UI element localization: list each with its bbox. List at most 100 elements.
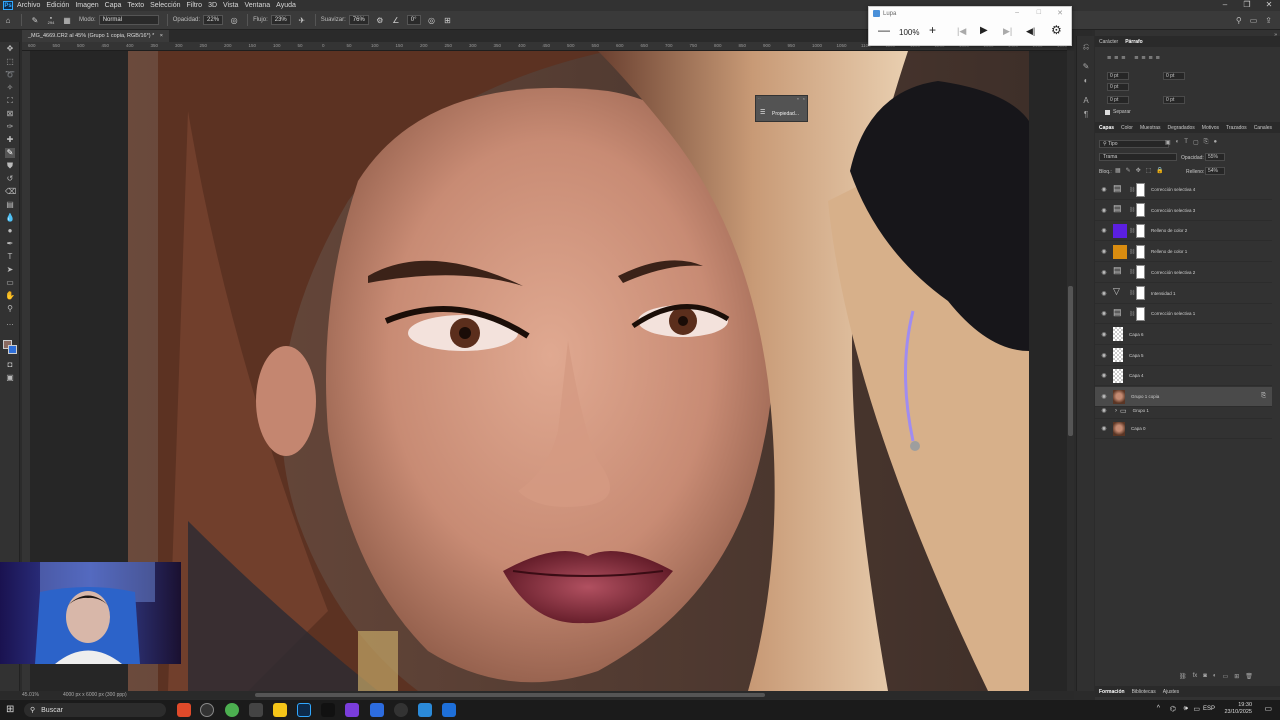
language-indicator[interactable]: ESP	[1203, 706, 1215, 712]
move-tool-icon[interactable]: ✥	[5, 44, 15, 54]
tiktok-icon[interactable]	[321, 703, 335, 717]
adjustment-filter-icon[interactable]: ◐	[1176, 139, 1180, 146]
lock-pixels-icon[interactable]: ✎	[1126, 167, 1131, 174]
chatgpt-icon[interactable]	[200, 703, 214, 717]
tab-bibliotecas[interactable]: Bibliotecas	[1132, 689, 1156, 695]
mail-icon[interactable]	[442, 703, 456, 717]
layer-row[interactable]: ◉ ▤ ⛓ Corrección selectiva 3	[1095, 201, 1272, 221]
tab-color[interactable]: Color	[1121, 125, 1133, 131]
pen-tool-icon[interactable]: ✒	[5, 239, 15, 249]
magnifier-minimize-icon[interactable]: –	[1015, 9, 1019, 16]
layer-row[interactable]: ◉ ⛓ Relleno de color 2	[1095, 221, 1272, 242]
pressure-size-icon[interactable]: ◎	[427, 15, 437, 25]
brush-settings-panel-icon[interactable]: ✎	[1081, 62, 1091, 72]
visibility-eye-icon[interactable]: ◉	[1099, 352, 1109, 359]
mask-link-icon[interactable]: ⛓	[1129, 207, 1135, 213]
brush-tool-icon[interactable]: ✎	[5, 148, 15, 158]
menu-texto[interactable]: Texto	[127, 2, 144, 9]
share-icon[interactable]: ⇪	[1265, 16, 1272, 25]
shape-tool-icon[interactable]: ▭	[5, 278, 15, 288]
opacity-field[interactable]: 22%	[203, 15, 224, 25]
group-expand-icon[interactable]: ›	[1115, 408, 1117, 414]
zoom-tool-icon[interactable]: ⚲	[5, 304, 15, 314]
chrome-icon[interactable]	[225, 703, 239, 717]
search-icon[interactable]: ⚲	[1236, 16, 1242, 25]
magnifier-settings-icon[interactable]: ⚙	[1051, 23, 1062, 37]
indent-right-field[interactable]: 0 pt	[1163, 72, 1185, 80]
obs-icon[interactable]	[394, 703, 408, 717]
marquee-tool-icon[interactable]: ⬚	[5, 57, 15, 67]
mask-link-icon[interactable]: ⛓	[1129, 269, 1135, 275]
layer-row[interactable]: ◉ Capa 6	[1095, 325, 1272, 345]
eraser-icon[interactable]: ⌫	[5, 187, 16, 197]
smoothing-settings-icon[interactable]: ⚙	[375, 15, 385, 25]
lock-transparency-icon[interactable]: ▦	[1115, 167, 1121, 174]
panel-collapse-icon[interactable]: »	[1274, 32, 1277, 38]
mask-link-icon[interactable]: ⛓	[1129, 290, 1135, 296]
lock-artboard-icon[interactable]: ⬚	[1146, 167, 1152, 174]
workspace-icon[interactable]: ▭	[1250, 16, 1258, 25]
battery-icon[interactable]: ▭	[1193, 705, 1200, 713]
tab-caracter[interactable]: Carácter	[1099, 39, 1118, 45]
layer-mask-thumbnail[interactable]	[1136, 244, 1145, 259]
next-icon[interactable]: ▶|	[1003, 26, 1012, 37]
menu-capa[interactable]: Capa	[105, 2, 122, 9]
justify-left-icon[interactable]: ≡	[1134, 55, 1138, 62]
layer-mask-thumbnail[interactable]	[1136, 306, 1145, 321]
clone-stamp-icon[interactable]: ⛊	[5, 161, 15, 171]
pixel-filter-icon[interactable]: ▣	[1165, 139, 1171, 146]
brush-preset-icon[interactable]: ● 294	[46, 15, 56, 25]
home-icon[interactable]: ⌂	[3, 15, 13, 25]
new-layer-icon[interactable]: ⊞	[1234, 673, 1239, 680]
screen-mode-icon[interactable]: ▣	[5, 373, 15, 383]
layer-mask-thumbnail[interactable]	[1136, 265, 1145, 280]
zoom-in-icon[interactable]: +	[929, 23, 936, 37]
hyphenate-checkbox[interactable]: Separar	[1105, 109, 1131, 115]
menu-archivo[interactable]: Archivo	[17, 2, 40, 9]
layer-mask-thumbnail[interactable]	[1136, 286, 1145, 300]
align-left-icon[interactable]: ≡	[1107, 55, 1111, 62]
mask-link-icon[interactable]: ⛓	[1129, 228, 1135, 234]
gradient-icon[interactable]: ▤	[5, 200, 15, 210]
tab-degradados[interactable]: Degradados	[1168, 125, 1195, 131]
quick-select-icon[interactable]: ✧	[5, 83, 15, 93]
eyedropper-icon[interactable]: ✑	[5, 122, 15, 132]
new-adjustment-icon[interactable]: ◐	[1213, 673, 1217, 680]
tab-parrafo[interactable]: Párrafo	[1125, 39, 1143, 45]
document-size[interactable]: 4000 px x 6000 px (300 ppp)	[63, 692, 127, 698]
close-panel-icon[interactable]: ×	[803, 96, 805, 101]
space-before-field[interactable]: 0 pt	[1107, 96, 1129, 104]
visibility-eye-icon[interactable]: ◉	[1099, 248, 1109, 255]
visibility-eye-icon[interactable]: ◉	[1099, 269, 1109, 276]
adjustments-panel-icon[interactable]: ◐	[1081, 76, 1091, 86]
justify-right-icon[interactable]: ≡	[1148, 55, 1152, 62]
visibility-eye-icon[interactable]: ◉	[1099, 393, 1109, 400]
brush-tool-icon[interactable]: ✎	[30, 15, 40, 25]
vertical-scrollbar[interactable]	[1067, 51, 1074, 691]
magnifier-window[interactable]: Lupa – □ ✕ — 100% + |◀ ▶ ▶| ◀| ⚙	[868, 6, 1072, 46]
zoom-out-icon[interactable]: —	[878, 23, 890, 37]
unreal-icon[interactable]	[249, 703, 263, 717]
layer-row[interactable]: ◉ › ▭ Grupo 1	[1095, 403, 1272, 419]
justify-all-icon[interactable]: ≡	[1156, 55, 1160, 62]
magnifier-close-icon[interactable]: ✕	[1057, 9, 1063, 17]
healing-brush-icon[interactable]: ✚	[5, 135, 15, 145]
more-tools-icon[interactable]: …	[5, 318, 15, 328]
airbrush-icon[interactable]: ✈	[297, 15, 307, 25]
paragraph-panel-icon[interactable]: ¶	[1081, 110, 1091, 120]
layer-row[interactable]: ◉ ▤ ⛓ Corrección selectiva 1	[1095, 304, 1272, 325]
copilot-icon[interactable]	[177, 703, 191, 717]
tray-chevron-icon[interactable]: ^	[1157, 705, 1160, 712]
panel-grip-icon[interactable]: ··	[758, 96, 761, 101]
layer-row[interactable]: ◉ ▽ ⛓ Intensidad 1	[1095, 284, 1272, 304]
menu-vista[interactable]: Vista	[223, 2, 238, 9]
checkbox-icon[interactable]	[1105, 109, 1110, 115]
maximize-icon[interactable]: ❐	[1236, 0, 1258, 9]
visibility-eye-icon[interactable]: ◉	[1099, 331, 1109, 338]
portrait-photo[interactable]	[128, 51, 1029, 691]
space-after-field[interactable]: 0 pt	[1163, 96, 1185, 104]
visibility-eye-icon[interactable]: ◉	[1099, 310, 1109, 317]
tab-muestras[interactable]: Muestras	[1140, 125, 1161, 131]
type-tool-icon[interactable]: T	[5, 252, 15, 262]
play-icon[interactable]: ▶	[980, 25, 988, 36]
